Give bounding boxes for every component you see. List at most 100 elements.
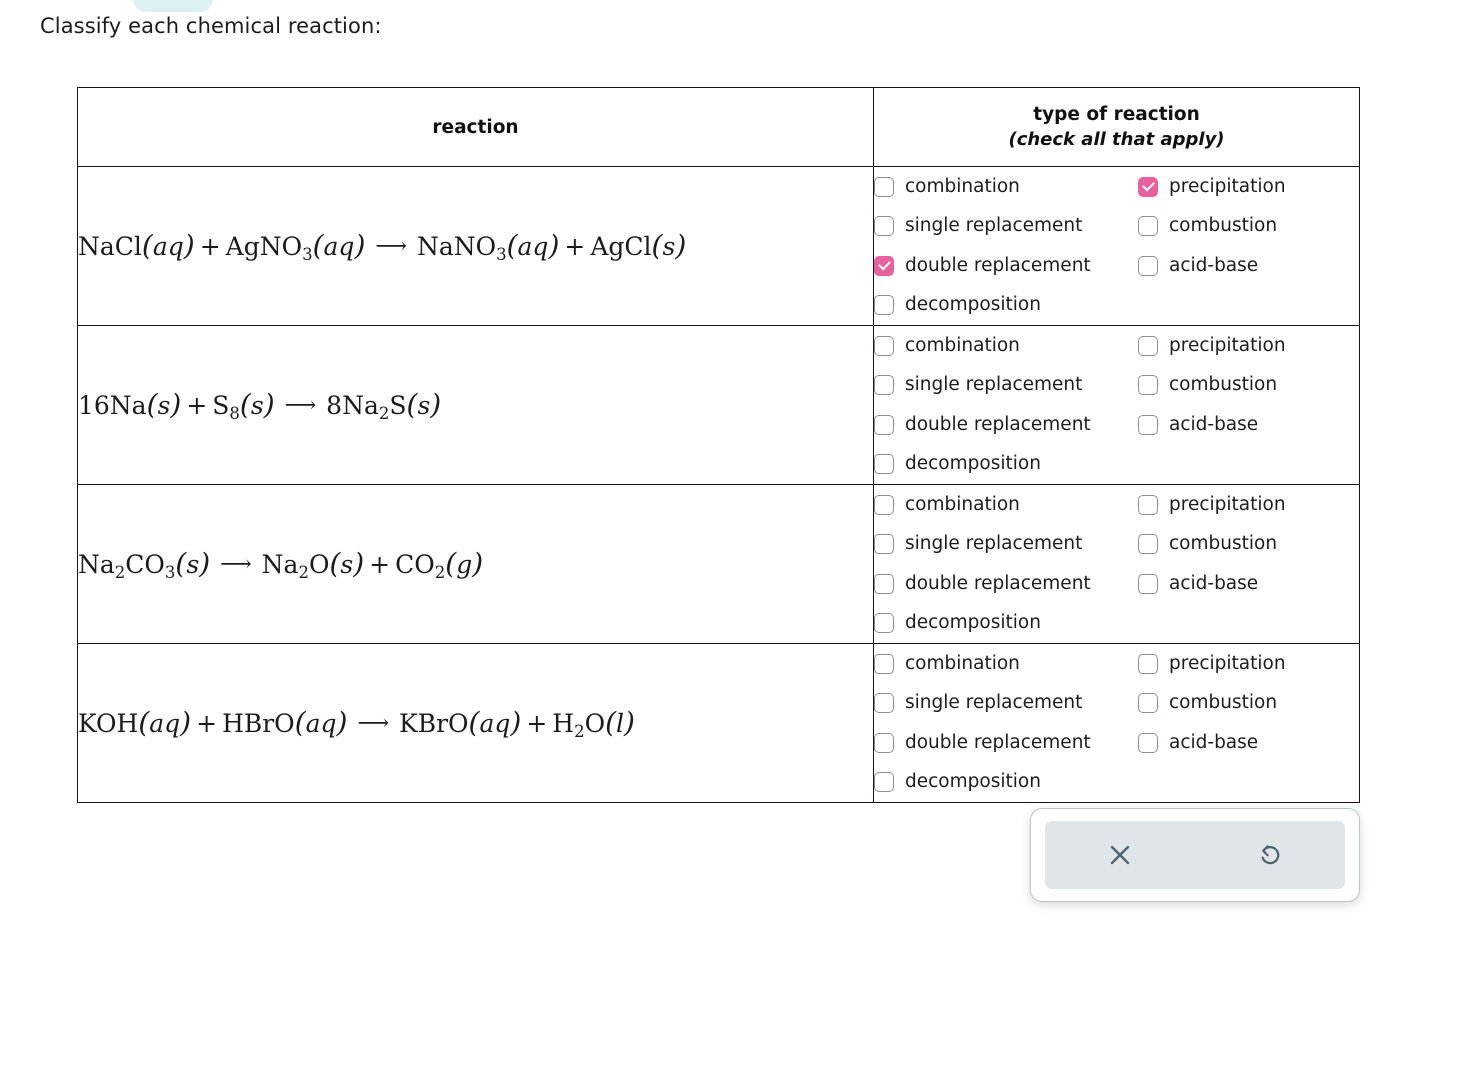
option-label: combination [905,652,1020,674]
checkbox-decomposition-3[interactable] [874,613,894,634]
option-label: precipitation [1169,493,1286,515]
option-grid-3: combination precipitation single replace… [874,485,1359,643]
checkbox-double-replacement-3[interactable] [874,573,894,594]
option-label: combination [905,493,1020,515]
table-row: 16Na(s) + S8(s) ⟶ 8Na2S(s) combination preci… [77,325,1360,485]
checkbox-acid-base-4[interactable] [1138,732,1158,753]
undo-refresh-icon [1254,839,1286,871]
option-label: single replacement [905,533,1083,555]
option-acid-base-4[interactable]: acid-base [1138,732,1359,754]
option-decomposition-4[interactable]: decomposition [874,771,1138,793]
option-decomposition-3[interactable]: decomposition [874,612,1138,634]
option-label: single replacement [905,215,1083,237]
option-precipitation-2[interactable]: precipitation [1138,335,1359,357]
checkbox-precipitation-2[interactable] [1138,335,1158,356]
option-acid-base-2[interactable]: acid-base [1138,414,1359,436]
checkbox-single-replacement-2[interactable] [874,375,894,396]
checkbox-precipitation-3[interactable] [1138,494,1158,515]
checkbox-combination-4[interactable] [874,653,894,674]
checkbox-double-replacement-2[interactable] [874,414,894,435]
checkbox-combination-2[interactable] [874,335,894,356]
header-cell-reaction: reaction [77,87,874,167]
header-type-sublabel: (check all that apply) [1008,129,1225,150]
option-label: double replacement [905,572,1091,594]
header-cell-type: type of reaction (check all that apply) [873,87,1360,167]
checkbox-combustion-4[interactable] [1138,693,1158,714]
checkbox-single-replacement-3[interactable] [874,534,894,555]
option-label: decomposition [905,771,1041,793]
option-double-replacement-4[interactable]: double replacement [874,732,1138,754]
option-grid-4: combination precipitation single replace… [874,644,1359,802]
checkbox-single-replacement-1[interactable] [874,216,894,237]
option-label: decomposition [905,612,1041,634]
option-decomposition-2[interactable]: decomposition [874,453,1138,475]
checkbox-combustion-2[interactable] [1138,375,1158,396]
type-cell-4: combination precipitation single replace… [873,643,1360,803]
option-combination-3[interactable]: combination [874,494,1138,516]
option-single-replacement-4[interactable]: single replacement [874,692,1138,714]
option-grid-2: combination precipitation single replace… [874,326,1359,484]
option-single-replacement-1[interactable]: single replacement [874,215,1138,237]
option-acid-base-3[interactable]: acid-base [1138,573,1359,595]
table-row: NaCl(aq) + AgNO3(aq) ⟶ NaNO3(aq) + AgCl(s) com… [77,166,1360,326]
option-label: single replacement [905,692,1083,714]
option-combustion-3[interactable]: combustion [1138,533,1359,555]
option-single-replacement-2[interactable]: single replacement [874,374,1138,396]
option-double-replacement-2[interactable]: double replacement [874,414,1138,436]
checkbox-combustion-3[interactable] [1138,534,1158,555]
checkbox-acid-base-3[interactable] [1138,573,1158,594]
reaction-cell-3: Na2CO3(s) ⟶ Na2O(s) + CO2(g) [77,484,874,644]
option-double-replacement-1[interactable]: double replacement [874,255,1138,277]
checkbox-precipitation-4[interactable] [1138,653,1158,674]
header-type-label: type of reaction [1033,104,1200,125]
option-combination-1[interactable]: combination [874,176,1138,198]
header-reaction-label: reaction [432,116,519,138]
checkbox-combination-1[interactable] [874,176,894,197]
checkbox-acid-base-2[interactable] [1138,414,1158,435]
option-precipitation-1[interactable]: precipitation [1138,176,1359,198]
checkbox-precipitation-1[interactable] [1138,176,1158,197]
table-row: KOH(aq) + HBrO(aq) ⟶ KBrO(aq) + H2O(l) combina… [77,643,1360,803]
option-decomposition-1[interactable]: decomposition [874,294,1138,316]
option-combination-4[interactable]: combination [874,653,1138,675]
checkbox-double-replacement-1[interactable] [874,255,894,276]
option-combustion-2[interactable]: combustion [1138,374,1359,396]
option-single-replacement-3[interactable]: single replacement [874,533,1138,555]
table-row: Na2CO3(s) ⟶ Na2O(s) + CO2(g) combination pre… [77,484,1360,644]
checkbox-decomposition-1[interactable] [874,295,894,316]
option-label: acid-base [1169,572,1259,594]
option-label: combination [905,175,1020,197]
option-label: decomposition [905,294,1041,316]
option-precipitation-4[interactable]: precipitation [1138,653,1359,675]
checkbox-combustion-1[interactable] [1138,216,1158,237]
checkbox-decomposition-2[interactable] [874,454,894,475]
reaction-equation-4: KOH(aq) + HBrO(aq) ⟶ KBrO(aq) + H2O(l) [78,706,635,741]
clear-button[interactable] [1045,821,1195,889]
option-combustion-1[interactable]: combustion [1138,215,1359,237]
type-cell-3: combination precipitation single replace… [873,484,1360,644]
option-acid-base-1[interactable]: acid-base [1138,255,1359,277]
option-label: acid-base [1169,731,1259,753]
reaction-equation-1: NaCl(aq) + AgNO3(aq) ⟶ NaNO3(aq) + AgCl(s) [78,229,687,264]
checkbox-acid-base-1[interactable] [1138,255,1158,276]
checkbox-single-replacement-4[interactable] [874,693,894,714]
checkbox-double-replacement-4[interactable] [874,732,894,753]
option-label: combination [905,334,1020,356]
close-x-icon [1105,840,1135,870]
reset-button[interactable] [1195,821,1345,889]
reaction-cell-4: KOH(aq) + HBrO(aq) ⟶ KBrO(aq) + H2O(l) [77,643,874,803]
option-label: decomposition [905,453,1041,475]
checkbox-decomposition-4[interactable] [874,772,894,793]
option-label: precipitation [1169,175,1286,197]
reaction-equation-3: Na2CO3(s) ⟶ Na2O(s) + CO2(g) [78,547,484,582]
reaction-equation-2: 16Na(s) + S8(s) ⟶ 8Na2S(s) [78,388,442,423]
checkbox-combination-3[interactable] [874,494,894,515]
option-precipitation-3[interactable]: precipitation [1138,494,1359,516]
option-combustion-4[interactable]: combustion [1138,692,1359,714]
top-tab-pill [133,0,213,12]
option-label: double replacement [905,731,1091,753]
option-combination-2[interactable]: combination [874,335,1138,357]
option-double-replacement-3[interactable]: double replacement [874,573,1138,595]
option-label: combustion [1169,692,1278,714]
table-header-row: reaction type of reaction (check all tha… [77,87,1360,167]
